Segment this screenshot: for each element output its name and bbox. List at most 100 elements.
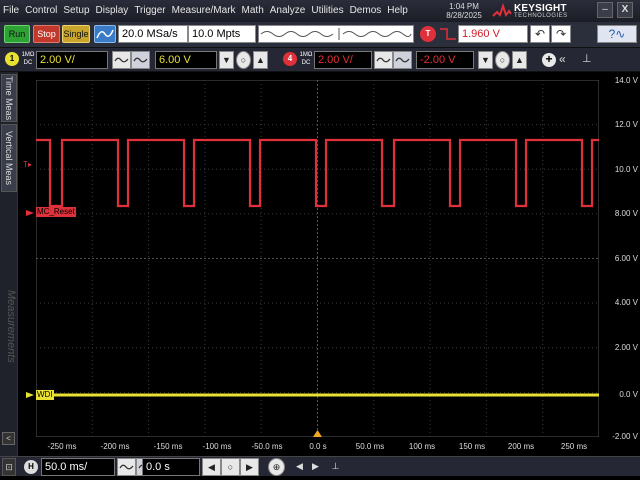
chevron-up-icon: ▲ — [515, 55, 524, 65]
menu-measure-mark[interactable]: Measure/Mark — [169, 0, 239, 22]
sample-rate-field[interactable]: 20.0 MSa/s — [118, 25, 188, 43]
tab-vertical-meas[interactable]: Vertical Meas — [1, 124, 17, 192]
channel-4-offset-down-button[interactable]: ▼ — [478, 51, 493, 69]
memory-depth-field[interactable]: 10.0 Mpts — [188, 25, 256, 43]
undo-button[interactable]: ↶ — [530, 25, 550, 43]
circle-icon: ○ — [499, 55, 506, 65]
chevron-down-icon: ▼ — [222, 55, 231, 65]
channel-1-impedance: 1MΩ — [21, 52, 35, 58]
x-tick-label: -150 ms — [153, 442, 183, 451]
stop-button[interactable]: Stop — [33, 25, 60, 43]
menu-setup[interactable]: Setup — [60, 0, 92, 22]
close-button[interactable]: X — [617, 2, 633, 18]
expand-bottom-button[interactable]: ⊡ — [2, 458, 16, 476]
channel-1-trace-label[interactable]: WDI — [36, 390, 54, 400]
autoscale-button[interactable] — [94, 25, 116, 43]
expand-channels-button[interactable]: « — [559, 52, 566, 66]
chevron-right-icon: ▶ — [246, 462, 253, 472]
channel-1-offset-up-button[interactable]: ▲ — [253, 51, 268, 69]
add-channel-button[interactable]: + — [542, 53, 556, 67]
channel-4-trace-label[interactable]: MC_Reset — [36, 207, 76, 217]
pin-icon: ⊥ — [331, 461, 340, 471]
menu-file[interactable]: File — [0, 0, 22, 22]
minimize-button[interactable]: – — [597, 2, 613, 18]
channel-1-offset-field[interactable]: 6.00 V — [155, 51, 217, 69]
keysight-logo: KEYSIGHT TECHNOLOGIES — [492, 2, 574, 20]
channel-1-fine-knob[interactable] — [131, 51, 150, 69]
channel-4-dc: DC — [301, 60, 311, 66]
x-tick-label: -200 ms — [100, 442, 130, 451]
channel-4-fine-knob[interactable] — [393, 51, 412, 69]
y-tick-label: -2.00 V — [612, 432, 638, 441]
scroll-right-button[interactable]: ▶ — [306, 458, 325, 476]
x-tick-label: 0.0 s — [309, 442, 327, 451]
menu-utilities[interactable]: Utilities — [308, 0, 346, 22]
y-tick-label: 14.0 V — [614, 76, 638, 85]
channel-1-coupling[interactable]: 1MΩ DC — [21, 51, 35, 67]
y-tick-label: 0.0 V — [619, 390, 638, 399]
horizontal-scale-knob[interactable] — [117, 458, 136, 476]
trigger-level-field[interactable]: 1.960 V — [458, 25, 528, 43]
channel-4-offset-field[interactable]: -2.00 V — [416, 51, 474, 69]
circle-icon: ○ — [227, 462, 234, 472]
channel-4-offset-up-button[interactable]: ▲ — [512, 51, 527, 69]
menu-trigger[interactable]: Trigger — [131, 0, 168, 22]
horizontal-position-field[interactable]: 0.0 s — [142, 458, 200, 476]
channel-4-scale-field[interactable]: 2.00 V/ — [314, 51, 372, 69]
channel-4-markers[interactable]: T▸ — [22, 158, 36, 220]
x-tick-label: -100 ms — [202, 442, 232, 451]
waveform-overview[interactable] — [258, 25, 414, 43]
run-button[interactable]: Run — [4, 25, 30, 43]
brand-sub: TECHNOLOGIES — [514, 13, 568, 19]
side-tabs: Time Meas Vertical Meas Measurements < — [0, 72, 18, 476]
clock-time: 1:04 PM — [449, 2, 479, 11]
single-button[interactable]: Single — [62, 25, 90, 43]
zoom-button[interactable]: ⊕ — [268, 458, 285, 476]
waveform-graticule[interactable] — [36, 80, 599, 437]
chevron-down-icon: ▼ — [481, 55, 490, 65]
channel-1-ground-marker[interactable] — [22, 390, 36, 402]
channel-1-offset-zero-button[interactable]: ○ — [236, 51, 251, 69]
help-scope-button[interactable]: ?∿ — [597, 25, 637, 43]
channel-4-coupling[interactable]: 1MΩ DC — [299, 51, 313, 67]
menu-analyze[interactable]: Analyze — [267, 0, 309, 22]
menu-display[interactable]: Display — [93, 0, 132, 22]
position-right-button[interactable]: ▶ — [240, 458, 259, 476]
channel-4-icon[interactable]: 4 — [283, 52, 297, 66]
overview-wave-icon — [260, 28, 412, 40]
horizontal-scale-field[interactable]: 50.0 ms/ — [41, 458, 115, 476]
channel-4-scale-knob[interactable] — [374, 51, 393, 69]
x-tick-label: 50.0 ms — [355, 442, 385, 451]
channel-toolbar: 1 1MΩ DC 2.00 V/ 6.00 V ▼ ○ ▲ 4 1MΩ DC 2… — [0, 48, 640, 72]
trigger-falling-edge-icon[interactable] — [438, 26, 458, 42]
menu-math[interactable]: Math — [239, 0, 267, 22]
channel-1-scale-knob[interactable] — [112, 51, 131, 69]
channel-1-scale-field[interactable]: 2.00 V/ — [36, 51, 108, 69]
pin-button[interactable]: ⊥ — [582, 52, 592, 65]
channel-1-offset-down-button[interactable]: ▼ — [219, 51, 234, 69]
clock-date: 8/28/2025 — [446, 11, 482, 20]
menu-help[interactable]: Help — [384, 0, 411, 22]
x-tick-label: -50.0 ms — [251, 442, 283, 451]
position-left-button[interactable]: ◀ — [202, 458, 221, 476]
clock: 1:04 PM 8/28/2025 — [434, 2, 494, 20]
trigger-icon[interactable]: T — [420, 26, 436, 42]
double-chevron-left-icon: ◀ — [296, 461, 303, 471]
channel-4-offset-zero-button[interactable]: ○ — [495, 51, 510, 69]
circle-icon: ○ — [240, 55, 247, 65]
collapse-panel-button[interactable]: < — [2, 432, 15, 445]
tilde-icon — [376, 57, 391, 63]
redo-button[interactable]: ↷ — [551, 25, 571, 43]
position-zero-button[interactable]: ○ — [221, 458, 240, 476]
zoom-icon: ⊕ — [272, 462, 281, 472]
menu-control[interactable]: Control — [22, 0, 60, 22]
tab-time-meas[interactable]: Time Meas — [1, 74, 17, 122]
y-tick-label: 12.0 V — [614, 120, 638, 129]
channel-1-icon[interactable]: 1 — [5, 52, 19, 66]
menu-demos[interactable]: Demos — [347, 0, 385, 22]
y-tick-label: 8.00 V — [614, 209, 638, 218]
channel-4-ground-marker — [26, 210, 34, 216]
plus-icon: + — [545, 52, 553, 66]
horizontal-icon[interactable]: H — [24, 460, 38, 474]
pin-bottom-button[interactable]: ⊥ — [326, 458, 345, 476]
